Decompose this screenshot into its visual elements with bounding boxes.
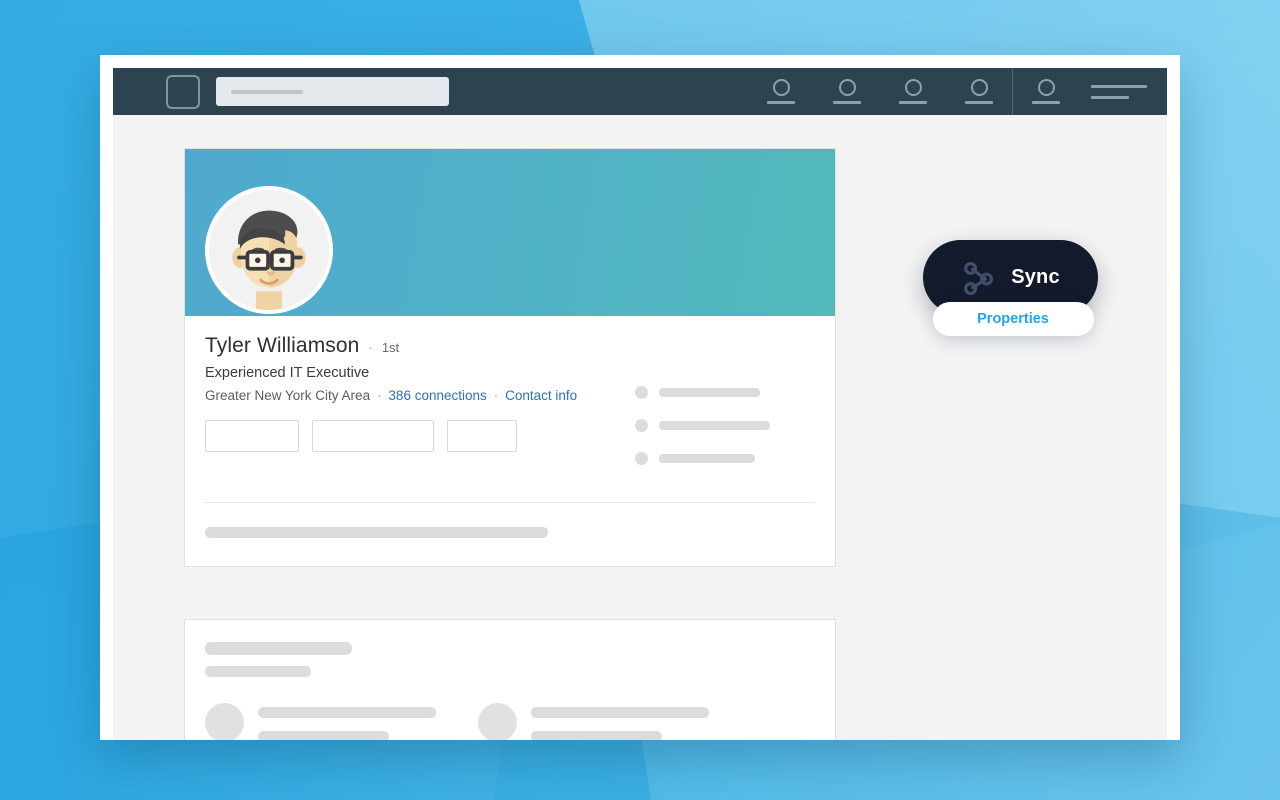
feed-people-row — [205, 703, 815, 740]
list-item-label-placeholder — [659, 421, 770, 430]
nav-item-label-placeholder — [767, 101, 795, 104]
list-item[interactable] — [635, 419, 815, 432]
person-avatar-icon — [205, 703, 244, 740]
list-bullet-dot-icon — [635, 419, 648, 432]
name-separator: · — [368, 340, 373, 355]
nav-item-2[interactable] — [814, 79, 880, 104]
list-item[interactable] — [635, 452, 815, 465]
person-meta-placeholder — [531, 731, 662, 740]
profile-side-list — [635, 386, 815, 465]
list-bullet-dot-icon — [635, 386, 648, 399]
page-title: Tyler Williamson — [205, 334, 360, 357]
feed-card — [184, 619, 836, 740]
nav-item-placeholder-icon — [970, 79, 988, 96]
app-logo-square-icon[interactable] — [166, 74, 200, 109]
nav-item-placeholder-icon — [904, 79, 922, 96]
list-item[interactable] — [478, 703, 709, 740]
list-item-label-placeholder — [659, 388, 760, 397]
profile-card: Tyler Williamson · 1st Experienced IT Ex… — [184, 148, 836, 567]
connections-link[interactable]: 386 connections — [388, 388, 486, 403]
list-item[interactable] — [205, 703, 436, 740]
person-meta-placeholder — [258, 731, 389, 740]
profile-name-row: Tyler Williamson · 1st — [205, 334, 815, 358]
search-placeholder-bar — [231, 89, 303, 94]
scene: Tyler Williamson · 1st Experienced IT Ex… — [0, 0, 1280, 800]
avatar[interactable] — [205, 186, 333, 314]
search-input[interactable] — [216, 77, 449, 106]
nav-item-account[interactable] — [1013, 79, 1079, 104]
profile-action-button-3[interactable] — [447, 420, 517, 452]
sync-widget: Sync Properties — [923, 240, 1103, 336]
profile-card-body: Tyler Williamson · 1st Experienced IT Ex… — [185, 186, 835, 478]
connection-degree-badge: 1st — [381, 340, 400, 355]
nav-item-placeholder-icon — [838, 79, 856, 96]
contact-info-link[interactable]: Contact info — [505, 388, 577, 403]
page-body: Tyler Williamson · 1st Experienced IT Ex… — [113, 115, 1167, 740]
person-avatar-icon — [478, 703, 517, 740]
share-nodes-icon — [964, 261, 994, 295]
person-name-placeholder — [258, 707, 436, 718]
browser-window: Tyler Williamson · 1st Experienced IT Ex… — [100, 55, 1180, 740]
nav-item-label-placeholder — [899, 101, 927, 104]
menu-lines-icon[interactable] — [1079, 84, 1167, 99]
top-navigation-bar — [113, 68, 1167, 115]
meta-separator-1: · — [377, 388, 382, 403]
profile-headline: Experienced IT Executive — [205, 365, 370, 381]
properties-button[interactable]: Properties — [932, 302, 1094, 336]
profile-location: Greater New York City Area — [205, 388, 371, 403]
nav-item-4[interactable] — [946, 79, 1012, 104]
menu-line-short — [1091, 95, 1129, 99]
account-label-placeholder — [1032, 101, 1060, 104]
list-bullet-dot-icon — [635, 452, 648, 465]
feed-card-subtitle-placeholder — [205, 666, 311, 677]
nav-item-placeholder-icon — [772, 79, 790, 96]
nav-right-group — [748, 68, 1167, 115]
person-name-placeholder — [531, 707, 709, 718]
person-text-block — [258, 703, 436, 740]
account-placeholder-icon — [1037, 79, 1055, 96]
sync-button-label: Sync — [1011, 266, 1060, 288]
nav-item-label-placeholder — [965, 101, 993, 104]
profile-action-button-1[interactable] — [205, 420, 299, 452]
nav-item-1[interactable] — [748, 79, 814, 104]
profile-action-button-2[interactable] — [312, 420, 434, 452]
profile-summary — [185, 503, 835, 566]
nav-item-3[interactable] — [880, 79, 946, 104]
person-text-block — [531, 703, 709, 740]
nav-item-label-placeholder — [833, 101, 861, 104]
list-item-label-placeholder — [659, 454, 755, 463]
properties-button-label: Properties — [977, 311, 1049, 327]
feed-card-title-placeholder — [205, 642, 352, 655]
menu-line-long — [1091, 84, 1147, 88]
list-item[interactable] — [635, 386, 815, 399]
browser-viewport: Tyler Williamson · 1st Experienced IT Ex… — [113, 68, 1167, 740]
profile-summary-placeholder — [205, 527, 548, 538]
user-avatar-illustration-icon — [209, 190, 329, 310]
meta-separator-2: · — [493, 388, 499, 403]
